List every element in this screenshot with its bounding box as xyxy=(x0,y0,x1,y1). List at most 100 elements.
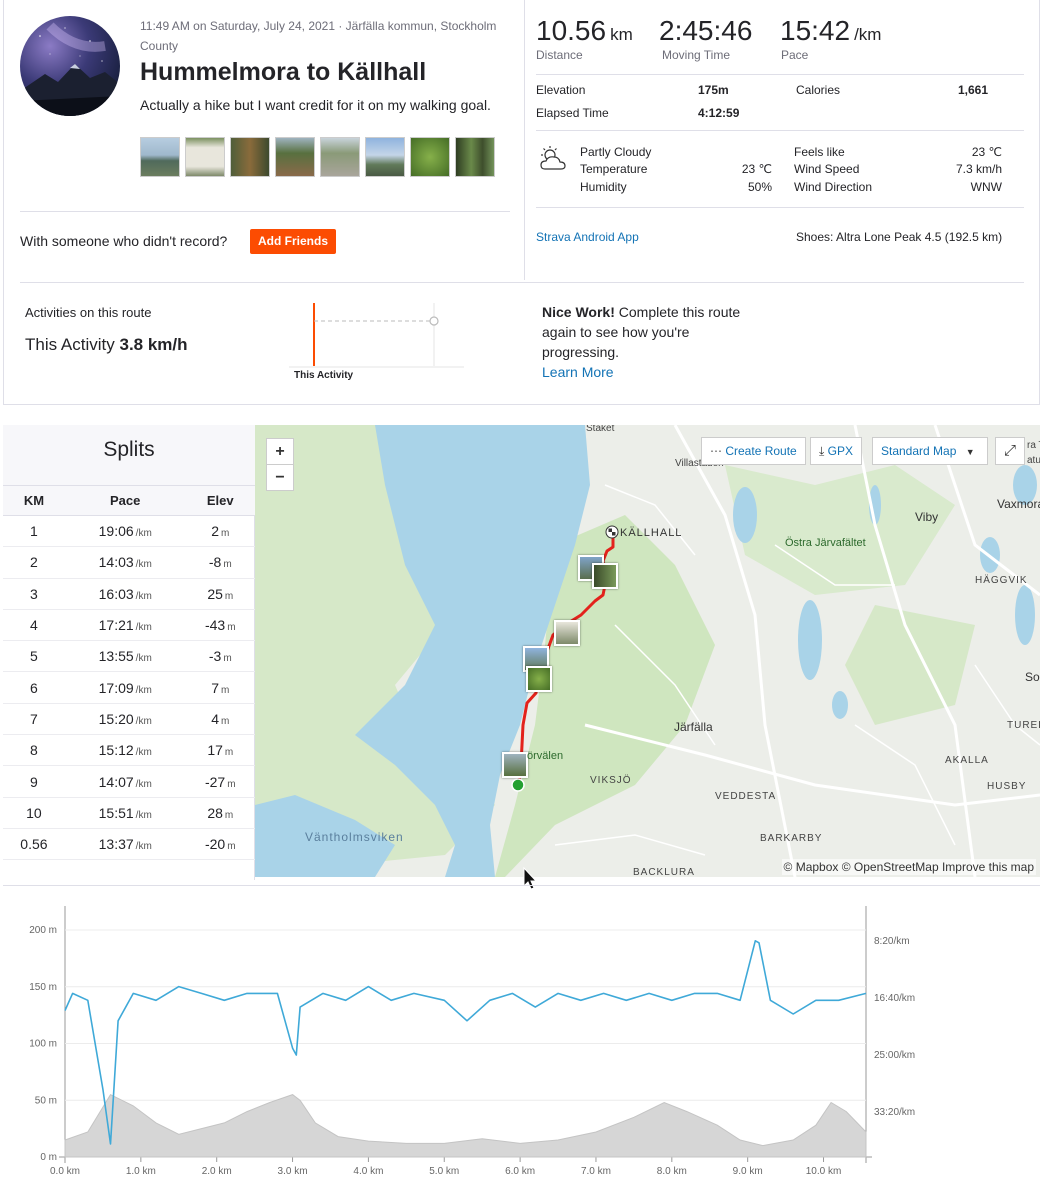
weather-condition: Partly Cloudy xyxy=(580,145,652,159)
moving-time-label: Moving Time xyxy=(662,48,731,62)
map-label: Vaxmora xyxy=(997,497,1040,511)
device-app-link[interactable]: Strava Android App xyxy=(536,230,639,244)
photo-thumbnail[interactable] xyxy=(320,137,360,177)
activity-title: Hummelmora to Källhall xyxy=(140,58,427,86)
feels-like-value: 23 ℃ xyxy=(971,145,1002,159)
splits-table: KM Pace Elev 1 19:06/km 2 m 2 14:03/km -8 m 3 16:… xyxy=(3,485,255,861)
split-elev-value: -20 xyxy=(204,836,226,853)
split-elev: -8 m xyxy=(185,546,255,579)
split-pace-unit: /km xyxy=(135,841,152,853)
route-map[interactable]: Staket Villastaden KÄLLHALL Viby Vaxmora… xyxy=(255,425,1040,877)
add-friends-button[interactable]: Add Friends xyxy=(250,229,336,254)
split-elev-value: -27 xyxy=(204,773,226,790)
partly-cloudy-icon xyxy=(538,145,570,178)
avatar[interactable] xyxy=(20,16,120,116)
photo-thumbnail[interactable] xyxy=(185,137,225,177)
split-elev-unit: m xyxy=(224,590,234,602)
split-elev-unit: m xyxy=(223,653,232,665)
split-elev-unit: m xyxy=(221,684,230,696)
fullscreen-button[interactable]: ⤢ xyxy=(995,437,1025,465)
split-elev: 25 m xyxy=(185,578,255,610)
split-pace-unit: /km xyxy=(135,778,152,790)
elevation-pace-chart[interactable]: 200 m 150 m 100 m 50 m 0 m 8:20/km 16:40/km 25:… xyxy=(3,885,1040,1186)
photo-thumbnail[interactable] xyxy=(230,137,270,177)
split-pace-unit: /km xyxy=(135,653,152,665)
this-activity-speed-value: 3.8 km/h xyxy=(119,335,188,354)
wind-direction-value: WNW xyxy=(970,180,1002,194)
divider xyxy=(536,74,1024,75)
photo-thumbnail[interactable] xyxy=(365,137,405,177)
split-pace-value: 16:03 xyxy=(98,585,134,602)
calories-value: 1,661 xyxy=(958,83,989,97)
photo-thumbnail[interactable] xyxy=(410,137,450,177)
map-photo-marker[interactable] xyxy=(554,620,580,646)
split-pace: 15:20/km xyxy=(64,703,186,736)
humidity-value: 50% xyxy=(747,180,772,194)
split-pace-unit: /km xyxy=(135,528,152,540)
split-km: 5 xyxy=(3,640,65,673)
map-label: Staket xyxy=(586,425,615,434)
route-comparison-chart: This Activity xyxy=(284,300,469,385)
split-elev: -3 m xyxy=(185,640,255,673)
photo-thumbnail[interactable] xyxy=(275,137,315,177)
map-label: Östra Järvafältet xyxy=(785,537,866,549)
photo-thumbnail[interactable] xyxy=(140,137,180,177)
pace-line xyxy=(64,940,867,1145)
create-route-button[interactable]: ⋯ Create Route xyxy=(701,437,806,465)
zoom-in-button[interactable]: + xyxy=(266,438,294,465)
split-elev: 17 m xyxy=(185,734,255,767)
elapsed-time-label: Elapsed Time xyxy=(536,106,609,120)
x-tick-label: 0.0 km xyxy=(50,1166,80,1177)
map-type-label: Standard Map xyxy=(881,444,957,458)
split-elev: -27 m xyxy=(185,765,255,798)
split-elev-unit: m xyxy=(227,841,236,853)
map-photo-marker[interactable] xyxy=(526,666,552,692)
map-photo-marker[interactable] xyxy=(502,752,528,778)
split-pace-value: 17:21 xyxy=(98,617,134,634)
vertical-divider xyxy=(524,0,525,280)
split-elev: 28 m xyxy=(185,797,255,829)
mini-chart-label: This Activity xyxy=(294,370,354,381)
split-pace-value: 13:37 xyxy=(98,836,134,853)
splits-row: 7 15:20/km 4 m xyxy=(3,703,255,736)
distance-unit: km xyxy=(610,25,633,44)
y-tick-label-left: 0 m xyxy=(40,1152,57,1163)
splits-row: 0.56 13:37/km -20 m xyxy=(3,828,255,861)
map-label: BACKLURA xyxy=(633,867,695,877)
splits-row: 2 14:03/km -8 m xyxy=(3,546,255,579)
nice-work-bold: Nice Work! xyxy=(542,304,615,320)
photo-thumbnail[interactable] xyxy=(455,137,495,177)
x-tick-label: 4.0 km xyxy=(353,1166,383,1177)
download-icon: ⤓ xyxy=(819,444,825,458)
split-pace-value: 13:55 xyxy=(98,648,134,665)
split-elev-unit: m xyxy=(221,528,230,540)
x-tick-label: 10.0 km xyxy=(806,1166,842,1177)
humidity-label: Humidity xyxy=(580,180,627,194)
divider xyxy=(536,207,1024,208)
split-elev-value: 17 xyxy=(207,742,223,759)
split-pace-value: 15:12 xyxy=(98,742,134,759)
map-label: Viby xyxy=(915,510,939,524)
map-type-dropdown[interactable]: Standard Map ▼ xyxy=(872,437,988,465)
route-activities-heading: Activities on this route xyxy=(25,305,152,320)
split-pace: 13:37/km xyxy=(64,828,186,861)
split-pace-unit: /km xyxy=(135,715,152,727)
x-tick-label: 7.0 km xyxy=(581,1166,611,1177)
zoom-out-button[interactable]: − xyxy=(266,464,294,491)
split-elev-value: 2 xyxy=(211,523,219,540)
split-pace-value: 15:20 xyxy=(98,710,134,727)
y-tick-label-left: 200 m xyxy=(29,925,57,936)
x-tick-label: 2.0 km xyxy=(202,1166,232,1177)
split-pace-unit: /km xyxy=(135,559,152,571)
learn-more-link[interactable]: Learn More xyxy=(542,364,614,380)
split-pace-unit: /km xyxy=(135,622,152,634)
wind-direction-label: Wind Direction xyxy=(794,180,873,194)
gpx-download-button[interactable]: ⤓ GPX xyxy=(810,437,862,465)
split-km: 1 xyxy=(3,515,65,548)
gpx-label: GPX xyxy=(827,444,853,458)
x-tick-label: 6.0 km xyxy=(505,1166,535,1177)
wind-speed-value: 7.3 km/h xyxy=(955,162,1002,176)
split-pace: 17:21/km xyxy=(64,609,186,642)
map-attribution[interactable]: © Mapbox © OpenStreetMap Improve this ma… xyxy=(781,859,1036,875)
map-photo-marker[interactable] xyxy=(592,563,618,589)
